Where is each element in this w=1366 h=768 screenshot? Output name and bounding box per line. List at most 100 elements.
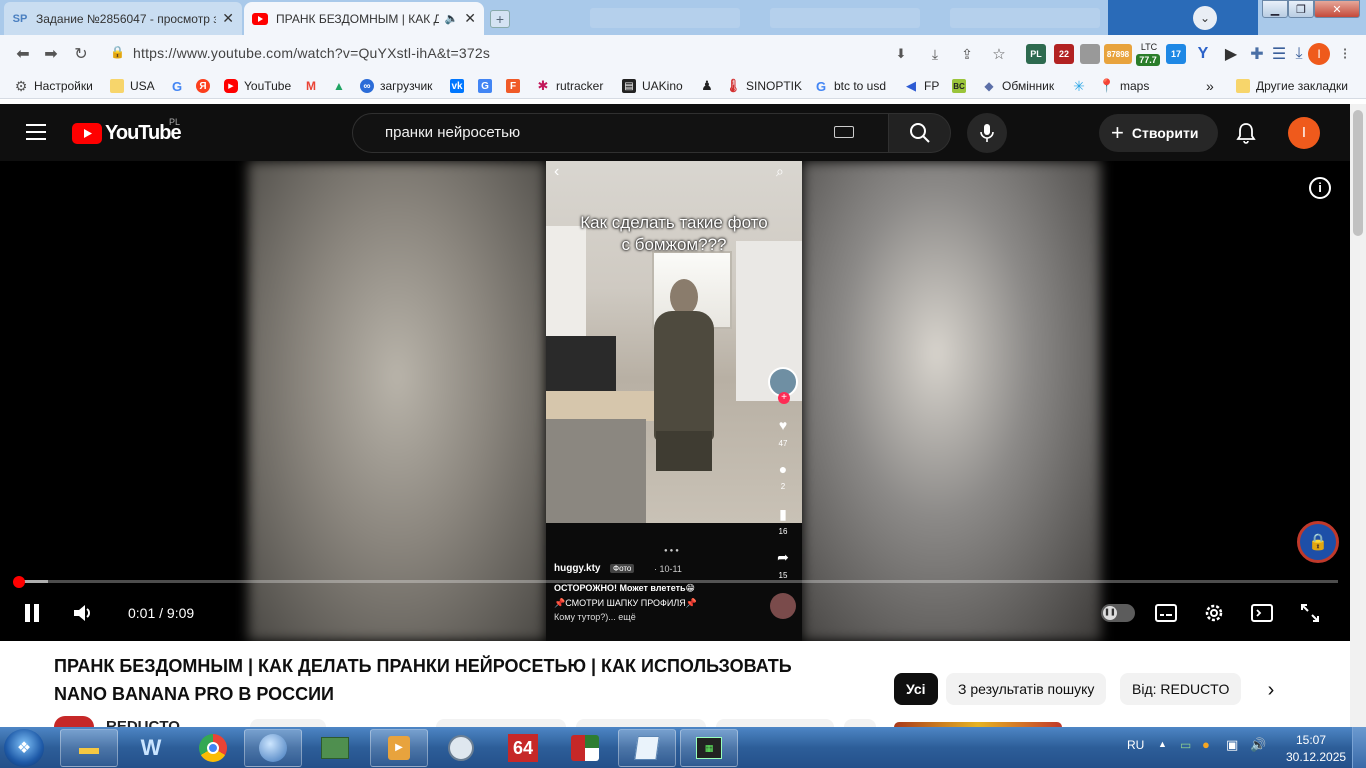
volume-button[interactable]: [70, 600, 96, 626]
puzzle-icon[interactable]: ✚: [1246, 44, 1268, 64]
bookmarks-overflow-button[interactable]: »: [1206, 78, 1214, 94]
menu-icon[interactable]: ⁝: [1334, 44, 1356, 64]
taskbar-media-player[interactable]: ▶: [370, 729, 428, 767]
create-button[interactable]: + Створити: [1099, 114, 1218, 152]
bookmark-usa[interactable]: USA: [110, 78, 155, 94]
taskbar-terminal[interactable]: ▦: [680, 729, 738, 767]
install-icon[interactable]: ⬇: [890, 44, 912, 64]
play-extension-icon[interactable]: ▶: [1220, 44, 1242, 64]
clock-date[interactable]: 30.12.2025: [1286, 750, 1346, 764]
bookmark-star-icon[interactable]: ☆: [988, 44, 1010, 64]
reload-icon[interactable]: ↻: [70, 44, 92, 64]
red-extension-icon[interactable]: 22: [1054, 44, 1074, 64]
notifications-bell-icon[interactable]: [1234, 121, 1258, 148]
background-tab[interactable]: [770, 8, 920, 28]
bookmark-btc[interactable]: Gbtc to usd: [814, 78, 886, 94]
downloads-icon[interactable]: ⤓: [1288, 44, 1310, 64]
url-text[interactable]: https://www.youtube.com/watch?v=QuYXstl-…: [133, 45, 490, 61]
keyboard-icon[interactable]: [834, 126, 854, 138]
share-button-partial[interactable]: [576, 719, 706, 727]
taskbar-network[interactable]: [244, 729, 302, 767]
bookmark-drive[interactable]: ▲: [332, 78, 352, 94]
back-arrow-icon[interactable]: ⬅: [12, 44, 34, 64]
forward-arrow-icon[interactable]: ➡: [40, 44, 62, 64]
more-actions-button-partial[interactable]: [844, 719, 876, 727]
new-tab-button[interactable]: +: [490, 10, 510, 28]
tab-youtube[interactable]: ПРАНК БЕЗДОМНЫМ | КАК Д 🔈 ✕: [244, 2, 484, 35]
autoplay-toggle[interactable]: ❚❚: [1101, 604, 1135, 622]
taskbar-notepad[interactable]: [618, 729, 676, 767]
bookmark-translate[interactable]: G: [478, 78, 498, 94]
ltc-extension-icon[interactable]: 77.7: [1136, 54, 1160, 66]
pause-button[interactable]: [20, 600, 44, 626]
profile-avatar[interactable]: I: [1308, 43, 1330, 65]
account-avatar[interactable]: I: [1288, 117, 1320, 149]
taskbar-calculator[interactable]: [306, 729, 364, 767]
search-query-text[interactable]: пранки нейросетью: [385, 124, 520, 141]
y-extension-icon[interactable]: Y: [1192, 44, 1214, 64]
close-window-button[interactable]: ✕: [1314, 0, 1360, 18]
share-icon[interactable]: ⇪: [956, 44, 978, 64]
bookmark-bc[interactable]: BC: [952, 78, 972, 94]
other-bookmarks[interactable]: Другие закладки: [1236, 78, 1348, 94]
chip-all[interactable]: Усі: [894, 673, 938, 705]
start-button[interactable]: ❖: [4, 729, 44, 767]
tray-network-icon[interactable]: ▣: [1226, 737, 1238, 753]
bookmark-yandex[interactable]: Я: [196, 78, 216, 94]
subscribe-button-partial[interactable]: [250, 719, 326, 727]
close-tab-icon[interactable]: ✕: [222, 10, 234, 27]
bookmark-maps[interactable]: 📍 maps: [1099, 78, 1149, 94]
bookmark-pawn[interactable]: ♟: [700, 78, 720, 94]
bookmark-fp[interactable]: ◀ FP: [904, 78, 939, 94]
info-icon[interactable]: i: [1309, 177, 1331, 199]
price-extension-icon[interactable]: 87898: [1104, 44, 1132, 64]
bookmark-sinoptik[interactable]: 🌡 SINOPTIK: [725, 78, 802, 94]
chips-next-chevron-icon[interactable]: ›: [1256, 675, 1286, 705]
grey-extension-icon[interactable]: [1080, 44, 1100, 64]
download-button-partial[interactable]: [716, 719, 834, 727]
taskbar-clock-app[interactable]: [432, 729, 490, 767]
bookmark-exchange[interactable]: ◆ Обмінник: [982, 78, 1054, 94]
fullscreen-button[interactable]: [1298, 601, 1322, 625]
tray-app-icon[interactable]: ●: [1202, 737, 1210, 752]
youtube-logo[interactable]: YouTube: [72, 122, 182, 145]
like-button-partial[interactable]: [436, 719, 566, 727]
close-tab-icon[interactable]: ✕: [464, 10, 476, 27]
bookmark-star[interactable]: ✳: [1072, 78, 1092, 94]
download-page-icon[interactable]: ⤓: [924, 44, 946, 64]
hamburger-menu-icon[interactable]: [26, 124, 46, 140]
chip-from-channel[interactable]: Від: REDUCTO: [1120, 673, 1242, 705]
video-player[interactable]: ‹ ⌕ Как сделать такие фото с бомжом??? +…: [0, 161, 1350, 641]
lock-shield-icon[interactable]: 🔒: [1297, 521, 1339, 563]
taskbar-defender[interactable]: W: [122, 729, 180, 767]
scrollbar-thumb[interactable]: [1353, 110, 1363, 236]
tab-search-button[interactable]: ⌄: [1193, 6, 1217, 30]
bookmark-f[interactable]: F: [506, 78, 526, 94]
bookmark-settings[interactable]: ⚙ Настройки: [14, 78, 93, 94]
settings-button[interactable]: [1202, 601, 1226, 625]
tray-volume-icon[interactable]: 🔊: [1250, 737, 1266, 753]
speaker-icon[interactable]: 🔈: [445, 12, 459, 25]
bookmark-rutracker[interactable]: ✱ rutracker: [536, 78, 604, 94]
language-indicator[interactable]: RU: [1127, 738, 1144, 752]
minimize-button[interactable]: ▁: [1262, 0, 1288, 18]
tray-expand-icon[interactable]: ▲: [1158, 739, 1167, 749]
taskbar-chart-app[interactable]: [556, 729, 614, 767]
taskbar-aida64[interactable]: 64: [494, 729, 552, 767]
media-controls-icon[interactable]: ☰: [1268, 44, 1290, 64]
bookmark-google[interactable]: G: [170, 78, 190, 94]
bookmark-vk[interactable]: vk: [450, 78, 470, 94]
maximize-button[interactable]: ❐: [1288, 0, 1314, 18]
taskbar-explorer[interactable]: ▬: [60, 729, 118, 767]
chip-from-search[interactable]: З результатів пошуку: [946, 673, 1107, 705]
subtitles-button[interactable]: [1154, 602, 1178, 624]
background-tab[interactable]: [950, 8, 1100, 28]
bookmark-youtube[interactable]: ▶ YouTube: [224, 78, 291, 94]
channel-avatar[interactable]: [54, 716, 94, 727]
search-button[interactable]: [888, 113, 951, 153]
taskbar-chrome[interactable]: [184, 729, 242, 767]
bookmark-downloader[interactable]: ∞ загрузчик: [360, 78, 432, 94]
background-tab[interactable]: [590, 8, 740, 28]
progress-scrubber[interactable]: [13, 576, 25, 588]
eye-extension-icon[interactable]: PL: [1026, 44, 1046, 64]
